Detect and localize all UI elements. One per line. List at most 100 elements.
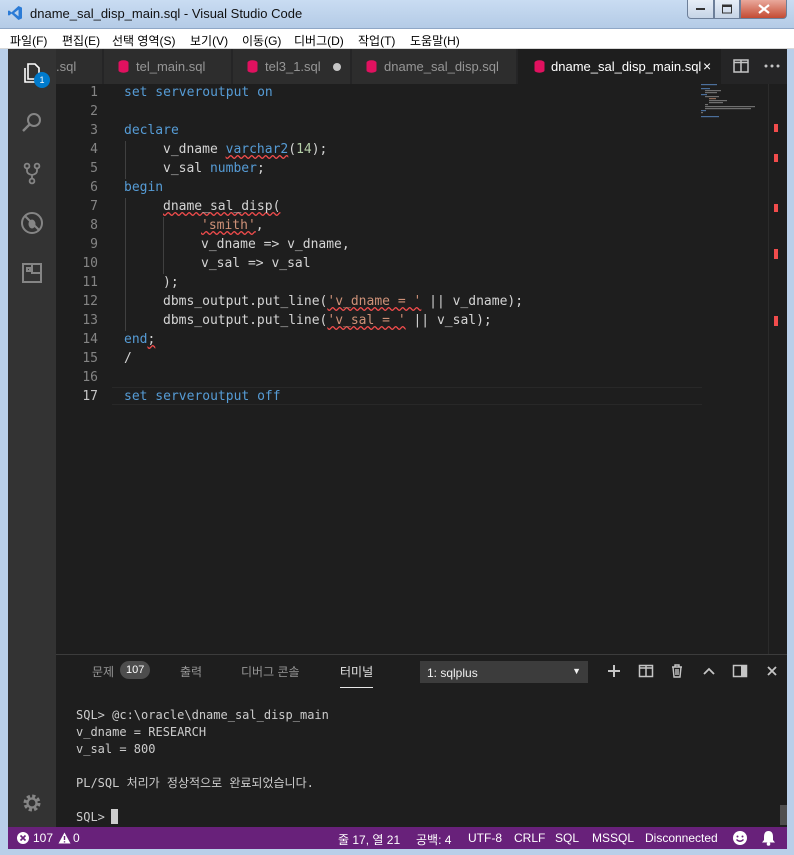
terminal-select-value: 1: sqlplus [427,666,478,680]
activity-bar: 1 [8,49,56,827]
chevron-up-icon[interactable] [701,663,717,679]
code-line: dbms_output.put_line('v_dname = ' || v_d… [163,294,524,309]
split-editor-icon[interactable] [732,57,750,75]
status-eol[interactable]: CRLF [514,831,545,845]
code-line: 'smith', [201,218,264,233]
line-number: 16 [82,370,98,385]
status-errors[interactable]: 107 [33,831,53,845]
line-number: 14 [82,332,98,347]
code-line: dname_sal_disp( [163,199,281,214]
close-window-button[interactable] [740,0,787,19]
tab-dname-sal-disp-main[interactable]: dname_sal_disp_main.sql × [518,49,722,84]
menu-go[interactable]: 이동(G) [242,32,281,49]
database-icon [366,60,377,73]
terminal-line: SQL> @c:\oracle\dname_sal_disp_main [76,708,329,722]
tab-label: tel3_1.sql [265,59,321,74]
code-line: set serveroutput off [124,389,281,404]
scrollbar-error-marker [774,316,778,326]
terminal-scrollbar[interactable] [780,805,787,825]
tab-tel-main[interactable]: tel_main.sql [104,49,232,84]
maximize-button[interactable] [714,0,740,19]
close-panel-icon[interactable] [764,663,780,679]
line-number: 1 [90,85,98,100]
more-actions-icon[interactable] [763,57,781,75]
menu-selection[interactable]: 선택 영역(S) [112,32,176,49]
status-connection-type[interactable]: MSSQL [592,831,634,845]
code-line: v_sal => v_sal [201,256,311,271]
code-line: dbms_output.put_line('v_sal = ' || v_sal… [163,313,492,328]
tab-sql-partial[interactable]: .sql [56,49,103,84]
window-titlebar: dname_sal_disp_main.sql - Visual Studio … [0,0,794,29]
status-language[interactable]: SQL [555,831,579,845]
gear-icon [23,794,41,812]
window-title: dname_sal_disp_main.sql - Visual Studio … [30,6,303,21]
activity-source-control[interactable] [8,149,56,197]
panel-tab-output[interactable]: 출력 [180,663,202,680]
code-line: ); [163,275,179,290]
panel-tab-problems[interactable]: 문제 [92,663,114,680]
extensions-icon [22,263,42,283]
minimize-button[interactable] [687,0,714,19]
new-terminal-icon[interactable] [606,663,622,679]
menu-debug[interactable]: 디버그(D) [294,32,344,49]
window-frame-bottom [0,849,794,855]
line-number: 6 [90,180,98,195]
line-number: 12 [82,294,98,309]
activity-debug[interactable] [8,199,56,247]
line-number: 8 [90,218,98,233]
menu-tasks[interactable]: 작업(T) [358,32,395,49]
status-encoding[interactable]: UTF-8 [468,831,502,845]
tab-dname-sal-disp[interactable]: dname_sal_disp.sql [352,49,517,84]
terminal-select[interactable]: 1: sqlplus ▼ [420,661,588,683]
terminal-line: v_sal = 800 [76,742,156,756]
activity-search[interactable] [8,99,56,147]
line-number: 13 [82,313,98,328]
menu-edit[interactable]: 편집(E) [62,32,100,49]
warning-icon [58,832,71,844]
error-icon [17,832,29,844]
activity-extensions[interactable] [8,249,56,297]
vscode-logo-icon [8,6,22,20]
split-terminal-icon[interactable] [638,663,654,679]
status-warnings[interactable]: 0 [73,831,80,845]
editor-vertical-scrollbar[interactable] [768,84,782,654]
menu-file[interactable]: 파일(F) [10,32,47,49]
tab-label: dname_sal_disp.sql [384,59,499,74]
activity-explorer[interactable]: 1 [8,49,56,97]
status-connection[interactable]: Disconnected [645,831,718,845]
menu-help[interactable]: 도움말(H) [410,32,460,49]
status-bar: 107 0 줄 17, 열 21 공백: 4 UTF-8 CRLF SQL MS… [8,827,787,849]
line-number: 5 [90,161,98,176]
minimap[interactable] [701,84,761,124]
tab-label: .sql [56,59,77,74]
code-line: begin [124,180,164,195]
close-icon [757,4,770,14]
panel-tab-debug-console[interactable]: 디버그 콘솔 [241,663,300,680]
panel-tab-terminal[interactable]: 터미널 [340,663,374,688]
line-number: 3 [90,123,98,138]
minimize-icon [695,8,705,10]
code-line: end; [124,332,156,347]
maximize-icon [722,4,732,14]
feedback-smiley-icon[interactable] [732,830,748,846]
tab-label: dname_sal_disp_main.sql [551,59,702,74]
code-line: v_sal number; [163,161,265,176]
tab-close-button[interactable]: × [703,58,711,74]
status-indentation[interactable]: 공백: 4 [416,831,451,848]
line-number: 4 [90,142,98,157]
notifications-bell-icon[interactable] [761,830,776,846]
code-line: v_dname varchar2(14); [163,142,328,157]
menu-view[interactable]: 보기(V) [190,32,228,49]
trash-icon[interactable] [669,663,685,679]
explorer-badge: 1 [34,72,50,88]
code-line: set serveroutput on [124,85,273,100]
activity-settings[interactable] [8,779,56,827]
line-number-current: 17 [82,389,98,404]
code-editor[interactable]: 1 2 3 4 5 6 7 8 9 10 11 12 13 14 15 16 1… [56,84,787,654]
tab-tel3-1[interactable]: tel3_1.sql [233,49,351,84]
editor-tabs: .sql tel_main.sql tel3_1.sql dname_sal_d… [56,49,787,84]
panel-position-icon[interactable] [732,663,748,679]
window-frame-left [0,49,8,855]
unsaved-dot-icon [333,63,341,71]
status-cursor-position[interactable]: 줄 17, 열 21 [338,831,400,848]
